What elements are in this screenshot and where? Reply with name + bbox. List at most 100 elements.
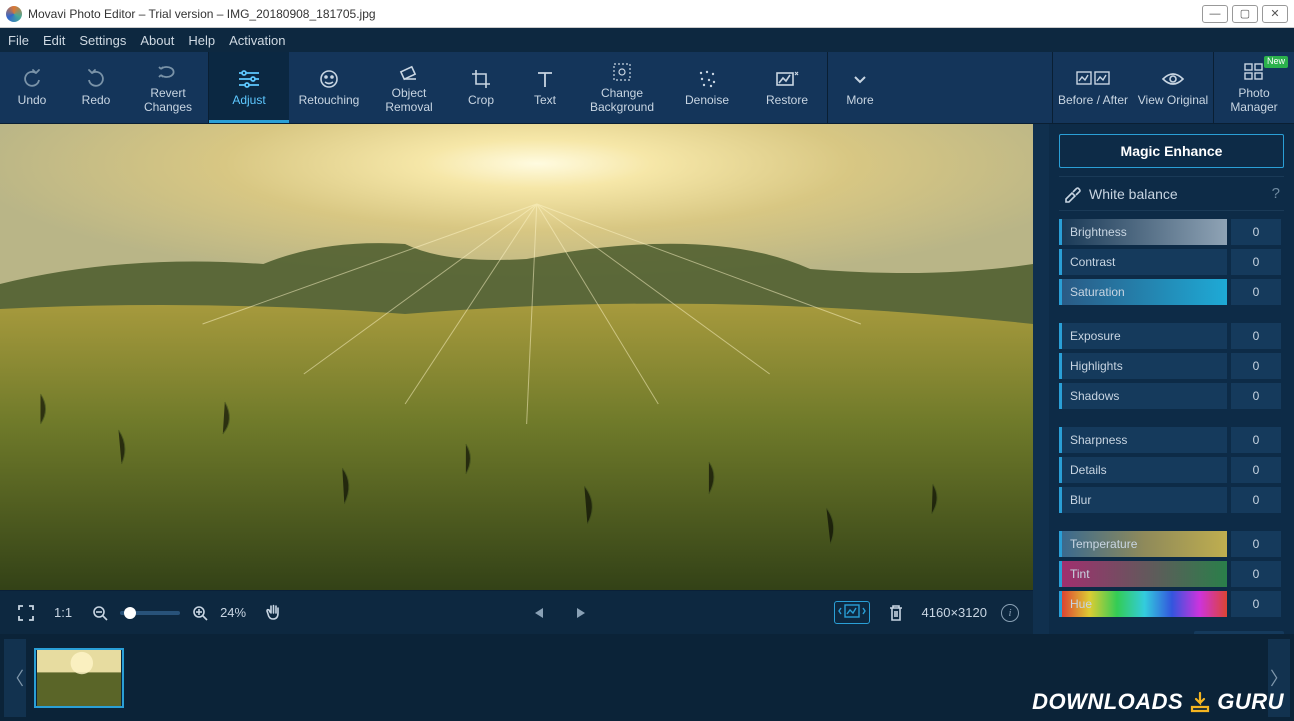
slider-value: 0 — [1231, 457, 1281, 483]
window-title: Movavi Photo Editor – Trial version – IM… — [28, 7, 376, 21]
changebg-label: Change Background — [577, 87, 667, 113]
beforeafter-label: Before / After — [1058, 94, 1128, 107]
pan-button[interactable] — [262, 601, 286, 625]
before-after-button[interactable]: Before / After — [1053, 52, 1133, 123]
slider-saturation[interactable]: Saturation0 — [1059, 279, 1284, 305]
close-button[interactable]: ✕ — [1262, 5, 1288, 23]
undo-icon — [21, 68, 43, 90]
app-logo-icon — [6, 6, 22, 22]
denoise-tab[interactable]: Denoise — [667, 52, 747, 123]
object-removal-tab[interactable]: Object Removal — [369, 52, 449, 123]
zoom-out-button[interactable] — [88, 601, 112, 625]
slider-tint[interactable]: Tint0 — [1059, 561, 1284, 587]
next-image-button[interactable] — [569, 601, 593, 625]
slider-sharpness[interactable]: Sharpness0 — [1059, 427, 1284, 453]
filmstrip-prev-button[interactable]: 〈 — [4, 639, 26, 717]
magic-enhance-button[interactable]: Magic Enhance — [1059, 134, 1284, 168]
menu-activation[interactable]: Activation — [229, 33, 285, 48]
slider-label[interactable]: Tint — [1059, 561, 1227, 587]
menu-file[interactable]: File — [8, 33, 29, 48]
slider-contrast[interactable]: Contrast0 — [1059, 249, 1284, 275]
adjust-tab[interactable]: Adjust — [209, 52, 289, 123]
watermark-right: GURU — [1217, 689, 1284, 715]
denoise-icon — [697, 68, 717, 90]
restore-tab[interactable]: Restore — [747, 52, 827, 123]
undo-button[interactable]: Undo — [0, 52, 64, 123]
crop-tab[interactable]: Crop — [449, 52, 513, 123]
prev-image-button[interactable] — [527, 601, 551, 625]
minimize-button[interactable]: — — [1202, 5, 1228, 23]
slider-details[interactable]: Details0 — [1059, 457, 1284, 483]
slider-label[interactable]: Details — [1059, 457, 1227, 483]
slider-label[interactable]: Highlights — [1059, 353, 1227, 379]
eyedropper-icon — [1063, 186, 1079, 202]
zoom-in-button[interactable] — [188, 601, 212, 625]
text-tab[interactable]: Text — [513, 52, 577, 123]
background-icon — [611, 61, 633, 83]
maximize-button[interactable]: ▢ — [1232, 5, 1258, 23]
slider-brightness[interactable]: Brightness0 — [1059, 219, 1284, 245]
titlebar: Movavi Photo Editor – Trial version – IM… — [0, 0, 1294, 28]
photo-manager-button[interactable]: New Photo Manager — [1214, 52, 1294, 123]
retouching-tab[interactable]: Retouching — [289, 52, 369, 123]
fullscreen-button[interactable] — [14, 601, 38, 625]
vertical-scrollbar[interactable] — [1033, 124, 1049, 634]
slider-value: 0 — [1231, 323, 1281, 349]
thumbnail[interactable] — [34, 648, 124, 708]
toolbar: Undo Redo Revert Changes Adjust Retouchi… — [0, 52, 1294, 124]
menu-edit[interactable]: Edit — [43, 33, 65, 48]
slider-label[interactable]: Contrast — [1059, 249, 1227, 275]
watermark: DOWNLOADS GURU — [1032, 689, 1284, 715]
slider-hue[interactable]: Hue0 — [1059, 591, 1284, 617]
slider-label[interactable]: Exposure — [1059, 323, 1227, 349]
more-button[interactable]: More — [828, 52, 892, 123]
menu-settings[interactable]: Settings — [79, 33, 126, 48]
text-icon — [534, 68, 556, 90]
white-balance-row[interactable]: White balance ? — [1059, 176, 1284, 211]
slider-blur[interactable]: Blur0 — [1059, 487, 1284, 513]
adjust-panel: Magic Enhance White balance ? Brightness… — [1049, 124, 1294, 634]
zoom-controls: 24% — [88, 601, 246, 625]
menu-about[interactable]: About — [140, 33, 174, 48]
image-canvas[interactable] — [0, 124, 1033, 590]
adjust-label: Adjust — [232, 94, 265, 107]
slider-value: 0 — [1231, 249, 1281, 275]
view-original-button[interactable]: View Original — [1133, 52, 1213, 123]
slider-label[interactable]: Hue — [1059, 591, 1227, 617]
revert-button[interactable]: Revert Changes — [128, 52, 208, 123]
fit-preview-button[interactable] — [834, 601, 870, 624]
slider-value: 0 — [1231, 279, 1281, 305]
zoom-1to1-button[interactable]: 1:1 — [54, 605, 72, 620]
eraser-icon — [398, 61, 420, 83]
slider-value: 0 — [1231, 487, 1281, 513]
slider-label[interactable]: Saturation — [1059, 279, 1227, 305]
slider-label[interactable]: Blur — [1059, 487, 1227, 513]
slider-label[interactable]: Sharpness — [1059, 427, 1227, 453]
window-controls: — ▢ ✕ — [1202, 5, 1288, 23]
redo-label: Redo — [82, 94, 111, 107]
photomgr-label: Photo Manager — [1214, 87, 1294, 113]
change-background-tab[interactable]: Change Background — [577, 52, 667, 123]
adjust-icon — [237, 68, 261, 90]
slider-value: 0 — [1231, 353, 1281, 379]
help-icon[interactable]: ? — [1272, 185, 1280, 202]
undo-label: Undo — [18, 94, 47, 107]
main-area: 1:1 24% 4160×3120 i Magic Enhance — [0, 124, 1294, 634]
slider-label[interactable]: Brightness — [1059, 219, 1227, 245]
menu-help[interactable]: Help — [188, 33, 215, 48]
redo-button[interactable]: Redo — [64, 52, 128, 123]
info-button[interactable]: i — [1001, 604, 1019, 622]
grid-icon — [1244, 61, 1264, 83]
slider-highlights[interactable]: Highlights0 — [1059, 353, 1284, 379]
slider-exposure[interactable]: Exposure0 — [1059, 323, 1284, 349]
chevron-down-icon — [852, 68, 868, 90]
zoom-slider[interactable] — [120, 611, 180, 615]
slider-label[interactable]: Temperature — [1059, 531, 1227, 557]
redo-icon — [85, 68, 107, 90]
slider-shadows[interactable]: Shadows0 — [1059, 383, 1284, 409]
revert-icon — [157, 61, 179, 83]
delete-button[interactable] — [884, 601, 908, 625]
text-label: Text — [534, 94, 556, 107]
slider-label[interactable]: Shadows — [1059, 383, 1227, 409]
slider-temperature[interactable]: Temperature0 — [1059, 531, 1284, 557]
